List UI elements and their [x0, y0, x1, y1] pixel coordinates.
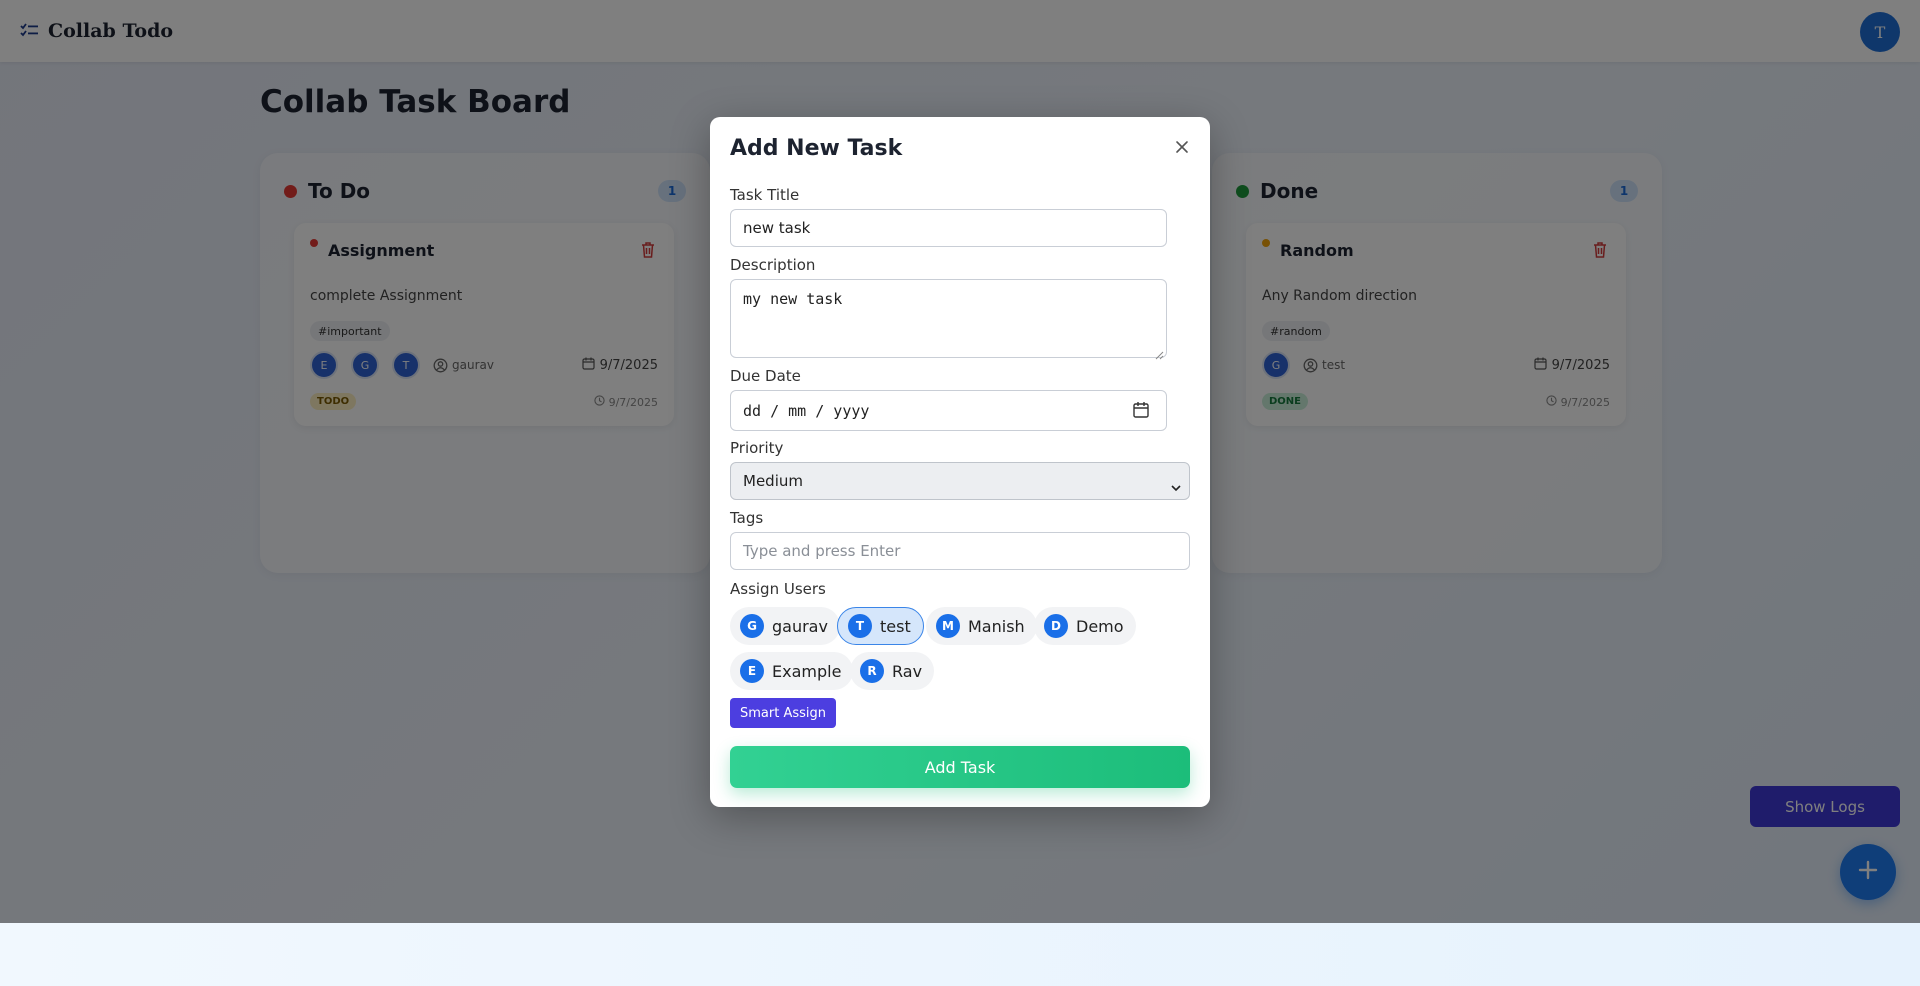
user-chip-avatar: G — [740, 614, 764, 638]
user-chip-rav[interactable]: R Rav — [850, 652, 935, 690]
close-icon[interactable] — [1174, 139, 1190, 155]
user-chip-avatar: R — [860, 659, 884, 683]
resize-handle-icon[interactable] — [1155, 346, 1164, 360]
user-chip-test[interactable]: T test — [837, 607, 924, 645]
description-textarea[interactable]: my new task — [730, 279, 1167, 360]
chevron-down-icon — [1171, 478, 1181, 496]
priority-value: Medium — [743, 472, 803, 490]
user-chip-name: Manish — [968, 616, 1025, 636]
page-footer-area — [0, 923, 1920, 986]
user-chip-avatar: M — [936, 614, 960, 638]
user-chip-avatar: D — [1044, 614, 1068, 638]
user-chip-gaurav[interactable]: G gaurav — [730, 607, 840, 645]
due-date-input[interactable]: dd / mm / yyyy — [730, 390, 1167, 431]
description-label: Description — [730, 256, 816, 274]
assign-users-label: Assign Users — [730, 580, 826, 598]
user-chip-example[interactable]: E Example — [730, 652, 854, 690]
task-title-input[interactable]: new task — [730, 209, 1167, 247]
tags-label: Tags — [730, 509, 764, 527]
user-chip-name: Rav — [892, 661, 923, 681]
priority-label: Priority — [730, 439, 784, 457]
user-chip-name: Demo — [1076, 616, 1124, 636]
calendar-picker-icon[interactable] — [1132, 401, 1150, 423]
user-chip-demo[interactable]: D Demo — [1034, 607, 1136, 645]
user-chip-name: Example — [772, 661, 842, 681]
add-task-modal: Add New Task Task Title new task Descrip… — [710, 117, 1210, 807]
modal-title: Add New Task — [730, 136, 903, 161]
task-title-label: Task Title — [730, 186, 800, 204]
due-date-placeholder: dd / mm / yyyy — [743, 401, 870, 420]
user-chip-avatar: E — [740, 659, 764, 683]
tags-input[interactable]: Type and press Enter — [730, 532, 1190, 570]
description-text: my new task — [743, 290, 843, 308]
due-date-label: Due Date — [730, 367, 801, 385]
user-chip-name: test — [880, 616, 911, 636]
user-chip-avatar: T — [848, 614, 872, 638]
user-chip-manish[interactable]: M Manish — [926, 607, 1037, 645]
tags-placeholder: Type and press Enter — [743, 542, 901, 560]
add-task-button[interactable]: Add Task — [730, 746, 1190, 788]
user-chip-name: gaurav — [772, 616, 828, 636]
priority-select[interactable]: Medium — [730, 462, 1190, 500]
smart-assign-button[interactable]: Smart Assign — [730, 698, 836, 728]
